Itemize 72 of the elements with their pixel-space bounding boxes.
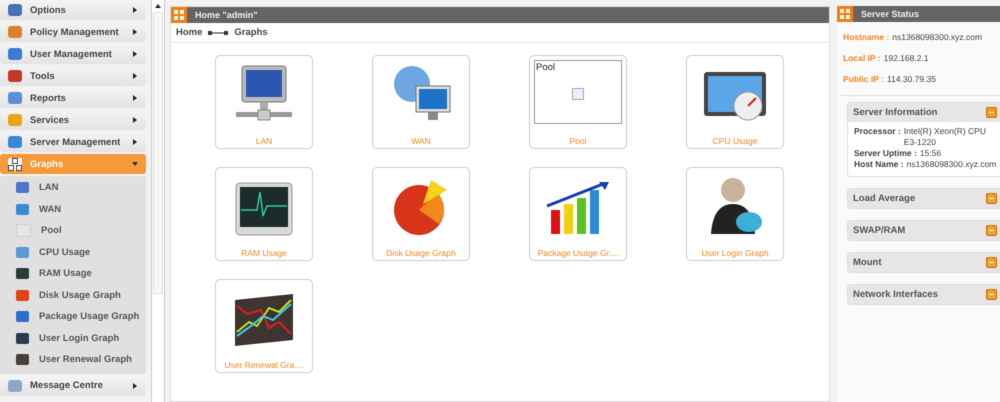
submenu-item[interactable]: User Login Graph xyxy=(0,328,146,349)
field-value: 114.30.79.35 xyxy=(886,74,936,84)
caret-icon xyxy=(132,139,138,145)
menu-icon xyxy=(8,4,22,16)
scroll-up-icon[interactable] xyxy=(155,4,161,8)
submenu-item[interactable]: CPU Usage xyxy=(0,242,146,263)
info-label: Host Name : xyxy=(854,159,904,170)
menu-icon xyxy=(16,290,29,301)
menu-icon xyxy=(16,332,29,344)
menu-icon xyxy=(8,92,22,104)
scrollbar[interactable] xyxy=(151,0,165,402)
broken-image-icon xyxy=(572,88,584,100)
caret-icon xyxy=(132,95,138,101)
submenu-item[interactable]: Pool xyxy=(0,220,146,242)
section-header[interactable]: SWAP/RAM xyxy=(848,221,1000,240)
menu-icon xyxy=(16,311,29,322)
collapse-icon[interactable] xyxy=(986,289,997,300)
caret-icon xyxy=(132,7,138,13)
menu-icon xyxy=(8,380,22,392)
submenu-item[interactable]: Disk Usage Graph xyxy=(0,284,146,306)
section-header[interactable]: Mount xyxy=(848,253,1000,272)
info-value: 15:56 xyxy=(920,148,942,159)
info-label: Processor : xyxy=(854,126,901,138)
heartbeat-monitor-icon xyxy=(235,182,293,236)
graph-tile[interactable]: Pool Pool xyxy=(529,55,627,149)
menu-icon xyxy=(8,70,22,82)
submenu-item[interactable]: WAN xyxy=(0,198,146,220)
menu-icon xyxy=(8,26,22,38)
menu-icon xyxy=(16,224,31,238)
info-value: Intel(R) Xeon(R) CPU E3-1220 xyxy=(904,126,987,148)
panel-title: Home "admin" xyxy=(195,10,258,20)
breadcrumb-link[interactable]: Graphs xyxy=(234,27,268,38)
caret-icon xyxy=(132,161,138,167)
menu-icon xyxy=(16,204,29,215)
submenu-item[interactable]: User Renewal Graph xyxy=(0,349,146,370)
collapse-icon[interactable] xyxy=(986,193,997,204)
menu-icon xyxy=(16,182,29,194)
section-header[interactable]: Load Average xyxy=(848,189,1000,208)
field-label: Public IP : xyxy=(843,74,884,84)
collapse-icon[interactable] xyxy=(986,107,997,118)
bar-chart-icon xyxy=(545,180,611,236)
caret-icon xyxy=(132,29,138,35)
section-header[interactable]: Server Information xyxy=(848,103,1000,122)
submenu-item[interactable]: RAM Usage xyxy=(0,263,146,284)
image-alt-text: Pool xyxy=(536,62,556,73)
caret-icon xyxy=(132,73,138,79)
menu-icon xyxy=(8,48,22,60)
field-label: Hostname : xyxy=(843,32,890,42)
field-value: 192.168.2.1 xyxy=(884,52,929,62)
line-chart-icon xyxy=(233,292,295,348)
menu-icon xyxy=(8,136,22,148)
menu-icon xyxy=(8,114,22,126)
info-label: Server Uptime : xyxy=(854,148,917,159)
network-icon xyxy=(8,158,22,170)
field-label: Local IP : xyxy=(843,52,881,62)
caret-icon xyxy=(132,382,138,388)
info-value: ns1368098300.xyz.com xyxy=(906,159,996,170)
pie-chart-icon xyxy=(393,178,449,236)
caret-icon xyxy=(132,117,138,123)
caret-icon xyxy=(132,51,138,57)
collapse-icon[interactable] xyxy=(986,257,997,268)
arrow-icon xyxy=(208,30,228,36)
submenu-item[interactable]: Package Usage Graph xyxy=(0,306,146,328)
menu-icon xyxy=(16,354,29,366)
submenu-item[interactable]: LAN xyxy=(0,177,146,198)
menu-icon xyxy=(16,246,29,258)
collapse-icon[interactable] xyxy=(986,225,997,236)
section-header[interactable]: Network Interfaces xyxy=(848,285,1000,304)
panel-title: Server Status xyxy=(861,9,920,19)
breadcrumb-link[interactable]: Home xyxy=(176,27,202,38)
menu-icon xyxy=(16,268,29,280)
field-value: ns1368098300.xyz.com xyxy=(892,32,982,42)
